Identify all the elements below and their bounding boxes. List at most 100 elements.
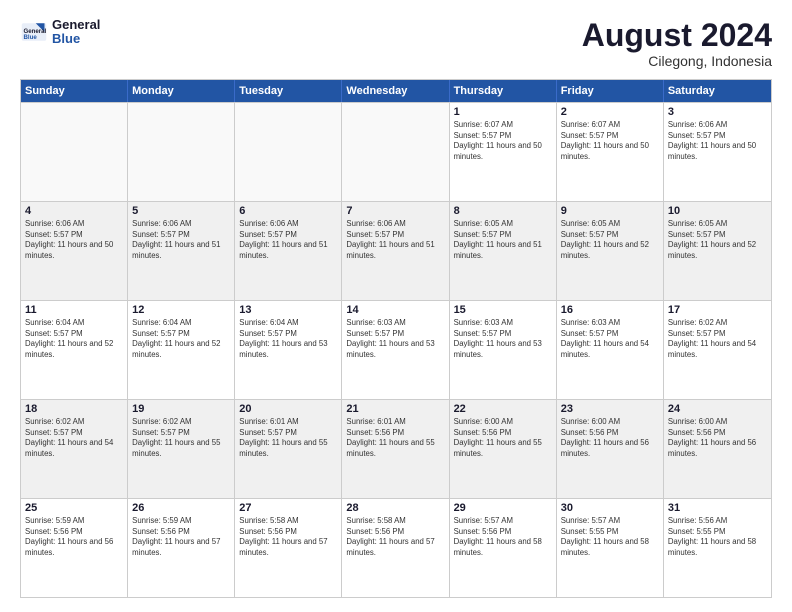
cell-info-16: Sunrise: 6:03 AMSunset: 5:57 PMDaylight:…: [561, 318, 659, 360]
day-number-18: 18: [25, 403, 123, 415]
calendar-cell-day-9: 9 Sunrise: 6:05 AMSunset: 5:57 PMDaylight…: [557, 202, 664, 300]
day-number-11: 11: [25, 304, 123, 316]
calendar-cell-empty: [342, 103, 449, 201]
calendar-body: 1 Sunrise: 6:07 AMSunset: 5:57 PMDaylight…: [21, 102, 771, 597]
calendar-cell-day-5: 5Sunrise: 6:06 AMSunset: 5:57 PMDaylight…: [128, 202, 235, 300]
day-number-24: 24: [668, 403, 767, 415]
calendar-cell-day-16: 16 Sunrise: 6:03 AMSunset: 5:57 PMDayligh…: [557, 301, 664, 399]
day-number-2: 2: [561, 106, 659, 118]
calendar-cell-day-31: 31 Sunrise: 5:56 AMSunset: 5:55 PMDayligh…: [664, 499, 771, 597]
weekday-header-tuesday: Tuesday: [235, 80, 342, 102]
cell-info-26: Sunrise: 5:59 AMSunset: 5:56 PMDaylight:…: [132, 516, 230, 558]
day-number-19: 19: [132, 403, 230, 415]
cell-info-12: Sunrise: 6:04 AMSunset: 5:57 PMDaylight:…: [132, 318, 230, 360]
calendar-cell-day-30: 30 Sunrise: 5:57 AMSunset: 5:55 PMDayligh…: [557, 499, 664, 597]
day-number-21: 21: [346, 403, 444, 415]
calendar-row-3: 11 Sunrise: 6:04 AMSunset: 5:57 PMDayligh…: [21, 300, 771, 399]
calendar: SundayMondayTuesdayWednesdayThursdayFrid…: [20, 79, 772, 598]
cell-info-29: Sunrise: 5:57 AMSunset: 5:56 PMDaylight:…: [454, 516, 552, 558]
calendar-row-1: 1 Sunrise: 6:07 AMSunset: 5:57 PMDaylight…: [21, 102, 771, 201]
cell-info-18: Sunrise: 6:02 AMSunset: 5:57 PMDaylight:…: [25, 417, 123, 459]
day-number-23: 23: [561, 403, 659, 415]
cell-info-11: Sunrise: 6:04 AMSunset: 5:57 PMDaylight:…: [25, 318, 123, 360]
cell-info-19: Sunrise: 6:02 AMSunset: 5:57 PMDaylight:…: [132, 417, 230, 459]
calendar-cell-day-1: 1 Sunrise: 6:07 AMSunset: 5:57 PMDaylight…: [450, 103, 557, 201]
calendar-row-5: 25 Sunrise: 5:59 AMSunset: 5:56 PMDayligh…: [21, 498, 771, 597]
calendar-header: SundayMondayTuesdayWednesdayThursdayFrid…: [21, 80, 771, 102]
logo-text: General Blue: [52, 18, 100, 47]
day-number-10: 10: [668, 205, 767, 217]
day-number-13: 13: [239, 304, 337, 316]
day-number-26: 26: [132, 502, 230, 514]
day-number-22: 22: [454, 403, 552, 415]
day-number-25: 25: [25, 502, 123, 514]
weekday-header-wednesday: Wednesday: [342, 80, 449, 102]
day-number-3: 3: [668, 106, 767, 118]
day-number-6: 6: [239, 205, 337, 217]
day-number-31: 31: [668, 502, 767, 514]
day-number-4: 4: [25, 205, 123, 217]
day-number-14: 14: [346, 304, 444, 316]
cell-info-8: Sunrise: 6:05 AMSunset: 5:57 PMDaylight:…: [454, 219, 552, 261]
cell-info-14: Sunrise: 6:03 AMSunset: 5:57 PMDaylight:…: [346, 318, 444, 360]
day-number-5: 5: [132, 205, 230, 217]
cell-info-30: Sunrise: 5:57 AMSunset: 5:55 PMDaylight:…: [561, 516, 659, 558]
calendar-cell-day-7: 7Sunrise: 6:06 AMSunset: 5:57 PMDaylight…: [342, 202, 449, 300]
cell-info-9: Sunrise: 6:05 AMSunset: 5:57 PMDaylight:…: [561, 219, 659, 261]
page: General Blue General Blue August 2024 Ci…: [0, 0, 792, 612]
calendar-row-2: 4 Sunrise: 6:06 AMSunset: 5:57 PMDaylight…: [21, 201, 771, 300]
calendar-cell-empty: [128, 103, 235, 201]
cell-info-2: Sunrise: 6:07 AMSunset: 5:57 PMDaylight:…: [561, 120, 659, 162]
day-number-30: 30: [561, 502, 659, 514]
calendar-cell-day-10: 10 Sunrise: 6:05 AMSunset: 5:57 PMDayligh…: [664, 202, 771, 300]
calendar-cell-day-12: 12Sunrise: 6:04 AMSunset: 5:57 PMDayligh…: [128, 301, 235, 399]
logo-blue: Blue: [52, 32, 100, 46]
cell-info-10: Sunrise: 6:05 AMSunset: 5:57 PMDaylight:…: [668, 219, 767, 261]
weekday-header-friday: Friday: [557, 80, 664, 102]
weekday-header-saturday: Saturday: [664, 80, 771, 102]
logo: General Blue General Blue: [20, 18, 100, 47]
day-number-1: 1: [454, 106, 552, 118]
calendar-cell-day-22: 22 Sunrise: 6:00 AMSunset: 5:56 PMDayligh…: [450, 400, 557, 498]
cell-info-23: Sunrise: 6:00 AMSunset: 5:56 PMDaylight:…: [561, 417, 659, 459]
cell-info-25: Sunrise: 5:59 AMSunset: 5:56 PMDaylight:…: [25, 516, 123, 558]
calendar-cell-day-8: 8 Sunrise: 6:05 AMSunset: 5:57 PMDaylight…: [450, 202, 557, 300]
logo-general: General: [52, 18, 100, 32]
cell-info-20: Sunrise: 6:01 AMSunset: 5:57 PMDaylight:…: [239, 417, 337, 459]
calendar-cell-day-28: 28 Sunrise: 5:58 AMSunset: 5:56 PMDayligh…: [342, 499, 449, 597]
calendar-cell-day-19: 19 Sunrise: 6:02 AMSunset: 5:57 PMDayligh…: [128, 400, 235, 498]
cell-info-6: Sunrise: 6:06 AMSunset: 5:57 PMDaylight:…: [239, 219, 337, 261]
cell-info-22: Sunrise: 6:00 AMSunset: 5:56 PMDaylight:…: [454, 417, 552, 459]
cell-info-24: Sunrise: 6:00 AMSunset: 5:56 PMDaylight:…: [668, 417, 767, 459]
header: General Blue General Blue August 2024 Ci…: [20, 18, 772, 69]
title-block: August 2024 Cilegong, Indonesia: [582, 18, 772, 69]
calendar-cell-empty: [21, 103, 128, 201]
calendar-cell-day-18: 18 Sunrise: 6:02 AMSunset: 5:57 PMDayligh…: [21, 400, 128, 498]
cell-info-1: Sunrise: 6:07 AMSunset: 5:57 PMDaylight:…: [454, 120, 552, 162]
month-year: August 2024: [582, 18, 772, 53]
cell-info-17: Sunrise: 6:02 AMSunset: 5:57 PMDaylight:…: [668, 318, 767, 360]
calendar-cell-day-29: 29Sunrise: 5:57 AMSunset: 5:56 PMDayligh…: [450, 499, 557, 597]
calendar-row-4: 18 Sunrise: 6:02 AMSunset: 5:57 PMDayligh…: [21, 399, 771, 498]
calendar-cell-empty: [235, 103, 342, 201]
calendar-cell-day-6: 6 Sunrise: 6:06 AMSunset: 5:57 PMDaylight…: [235, 202, 342, 300]
day-number-7: 7: [346, 205, 444, 217]
calendar-cell-day-20: 20Sunrise: 6:01 AMSunset: 5:57 PMDayligh…: [235, 400, 342, 498]
location: Cilegong, Indonesia: [582, 53, 772, 69]
svg-text:Blue: Blue: [24, 34, 38, 41]
day-number-16: 16: [561, 304, 659, 316]
cell-info-13: Sunrise: 6:04 AMSunset: 5:57 PMDaylight:…: [239, 318, 337, 360]
cell-info-31: Sunrise: 5:56 AMSunset: 5:55 PMDaylight:…: [668, 516, 767, 558]
cell-info-15: Sunrise: 6:03 AMSunset: 5:57 PMDaylight:…: [454, 318, 552, 360]
weekday-header-thursday: Thursday: [450, 80, 557, 102]
calendar-cell-day-23: 23 Sunrise: 6:00 AMSunset: 5:56 PMDayligh…: [557, 400, 664, 498]
calendar-cell-day-13: 13 Sunrise: 6:04 AMSunset: 5:57 PMDayligh…: [235, 301, 342, 399]
calendar-cell-day-21: 21Sunrise: 6:01 AMSunset: 5:56 PMDayligh…: [342, 400, 449, 498]
day-number-28: 28: [346, 502, 444, 514]
day-number-8: 8: [454, 205, 552, 217]
day-number-27: 27: [239, 502, 337, 514]
day-number-9: 9: [561, 205, 659, 217]
cell-info-28: Sunrise: 5:58 AMSunset: 5:56 PMDaylight:…: [346, 516, 444, 558]
calendar-cell-day-27: 27Sunrise: 5:58 AMSunset: 5:56 PMDayligh…: [235, 499, 342, 597]
calendar-cell-day-25: 25 Sunrise: 5:59 AMSunset: 5:56 PMDayligh…: [21, 499, 128, 597]
